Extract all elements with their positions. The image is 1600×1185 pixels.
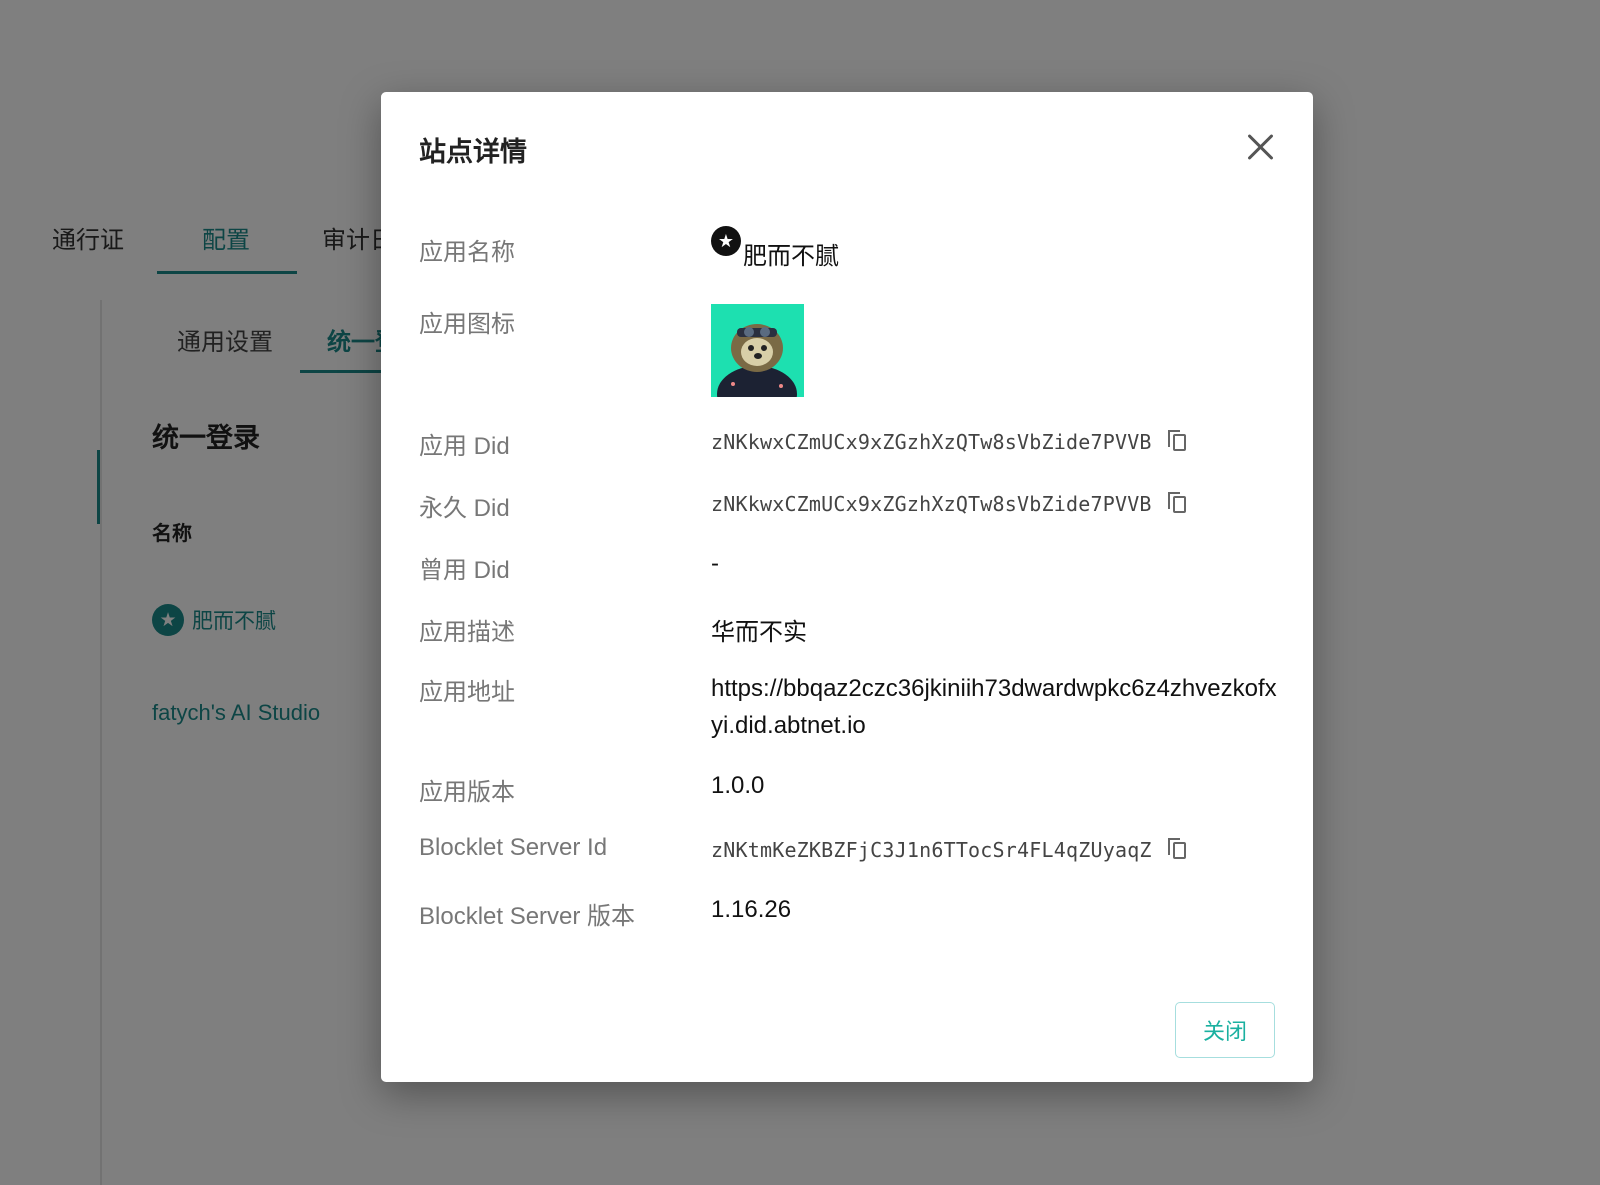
star-icon: ★ — [711, 226, 741, 256]
value-app-version: 1.0.0 — [711, 772, 765, 799]
permanent-did-text: zNKkwxCZmUCx9xZGzhXzQTw8sVbZide7PVVB — [711, 492, 1152, 516]
label-server-id: Blocklet Server Id — [419, 834, 608, 861]
value-server-id: zNKtmKeZKBZFjC3J1n6TTocSr4FL4qZUyaqZ — [711, 838, 1186, 862]
value-description: 华而不实 — [711, 619, 807, 646]
label-app-did: 应用 Did — [419, 433, 510, 460]
copy-icon[interactable] — [1167, 838, 1186, 860]
copy-icon[interactable] — [1167, 492, 1186, 514]
label-permanent-did: 永久 Did — [419, 495, 510, 522]
value-server-version: 1.16.26 — [711, 896, 792, 923]
value-app-did: zNKkwxCZmUCx9xZGzhXzQTw8sVbZide7PVVB — [711, 430, 1186, 454]
value-app-name: ★ 肥而不腻 — [711, 226, 839, 271]
copy-icon[interactable] — [1167, 430, 1186, 452]
label-old-did: 曾用 Did — [419, 557, 510, 584]
label-app-icon: 应用图标 — [419, 311, 515, 338]
close-icon[interactable] — [1243, 130, 1277, 164]
app-url-link[interactable]: https://bbqaz2czc36jkiniih73dwardwpkc6z4… — [711, 670, 1277, 744]
value-permanent-did: zNKkwxCZmUCx9xZGzhXzQTw8sVbZide7PVVB — [711, 492, 1186, 516]
label-app-url: 应用地址 — [419, 679, 515, 706]
label-app-name: 应用名称 — [419, 239, 515, 266]
close-button[interactable]: 关闭 — [1175, 1002, 1275, 1058]
label-app-version: 应用版本 — [419, 779, 515, 806]
dialog-title: 站点详情 — [419, 137, 527, 167]
value-old-did: - — [711, 550, 719, 577]
server-id-text: zNKtmKeZKBZFjC3J1n6TTocSr4FL4qZUyaqZ — [711, 838, 1152, 862]
site-details-dialog: 站点详情 应用名称 ★ 肥而不腻 应用图标 应用 Did zNKkwxCZmUC… — [381, 92, 1313, 1082]
app-did-text: zNKkwxCZmUCx9xZGzhXzQTw8sVbZide7PVVB — [711, 430, 1152, 454]
app-icon-image — [711, 304, 804, 397]
app-name-text: 肥而不腻 — [743, 243, 839, 270]
label-description: 应用描述 — [419, 619, 515, 646]
label-server-version: Blocklet Server 版本 — [419, 903, 636, 930]
